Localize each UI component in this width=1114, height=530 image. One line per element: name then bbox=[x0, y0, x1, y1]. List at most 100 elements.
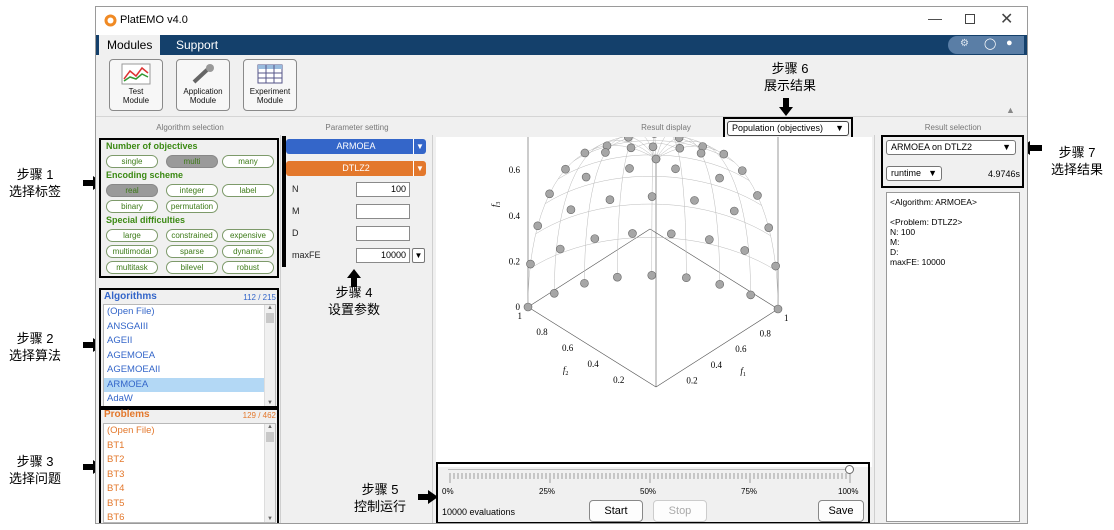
param-label: D bbox=[292, 228, 299, 238]
step5-box bbox=[436, 462, 870, 523]
population-point bbox=[625, 164, 634, 173]
x-tick-label: 0.2 bbox=[686, 375, 697, 385]
population-point bbox=[740, 246, 750, 255]
algorithm-dropdown[interactable]: ARMOEA ▼ bbox=[286, 139, 426, 154]
population-point bbox=[605, 195, 615, 205]
population-point bbox=[651, 154, 661, 164]
population-point bbox=[764, 223, 774, 232]
z-tick-label: 0.4 bbox=[509, 211, 521, 221]
population-point bbox=[674, 137, 684, 142]
population-point bbox=[555, 244, 565, 254]
z-tick-label: 0.6 bbox=[509, 165, 521, 175]
param-n-input[interactable]: 100 bbox=[356, 182, 410, 197]
param-m-input[interactable] bbox=[356, 204, 410, 219]
x-tick-label: 0.4 bbox=[711, 360, 723, 370]
population-point bbox=[523, 302, 533, 312]
sphere-grid-line bbox=[527, 145, 657, 308]
y-tick-label: 0.6 bbox=[562, 343, 574, 353]
population-point bbox=[771, 261, 780, 271]
y-axis-label: f2 bbox=[563, 365, 569, 377]
parameter-setting-header: Parameter setting bbox=[325, 123, 389, 132]
platemo-window: PlatEMO v4.0 — ✕ Modules Support ⚙ ◯ ● T… bbox=[95, 6, 1028, 524]
population-point bbox=[737, 166, 747, 175]
minimize-button[interactable]: — bbox=[928, 10, 942, 26]
y-tick-label: 0.8 bbox=[536, 327, 548, 337]
annotation-step4: 步骤 4 设置参数 bbox=[327, 285, 380, 317]
tab-support[interactable]: Support bbox=[168, 35, 226, 55]
app-logo-icon bbox=[104, 14, 117, 27]
population-point bbox=[746, 290, 755, 300]
population-point bbox=[675, 143, 685, 153]
z-tick-label: 0.2 bbox=[509, 256, 520, 266]
param-d-input[interactable] bbox=[356, 226, 410, 241]
tab-modules[interactable]: Modules bbox=[99, 35, 161, 55]
github-icon[interactable]: ◯ bbox=[984, 37, 996, 50]
sphere-grid-line bbox=[655, 137, 720, 285]
population-point bbox=[601, 148, 610, 157]
application-module-button[interactable]: Application Module bbox=[176, 59, 230, 111]
population-point bbox=[581, 172, 591, 182]
annotation-step5: 步骤 5 控制运行 bbox=[353, 482, 406, 514]
y-tick-label: 0.2 bbox=[613, 375, 624, 385]
annotation-step2: 步骤 2 选择算法 bbox=[8, 331, 61, 363]
window-title: PlatEMO v4.0 bbox=[120, 14, 188, 26]
x-tick-label: 0.8 bbox=[760, 329, 772, 339]
population-point bbox=[624, 137, 633, 142]
x-axis-label: f1 bbox=[740, 366, 746, 378]
x-tick-label: 0.6 bbox=[735, 344, 747, 354]
step2-box bbox=[99, 288, 279, 410]
sphere-grid-line bbox=[554, 140, 657, 294]
population-point bbox=[651, 137, 658, 138]
population-point bbox=[729, 206, 739, 216]
population-point bbox=[626, 143, 636, 153]
annotation-step1: 步骤 1 选择标签 bbox=[8, 167, 61, 199]
annotation-step3: 步骤 3 选择问题 bbox=[8, 454, 61, 486]
result-info-text: <Algorithm: ARMOEA> <Problem: DTLZ2> N: 10… bbox=[886, 192, 1020, 522]
population-point bbox=[566, 205, 576, 215]
population-point bbox=[526, 259, 535, 269]
population-objectives-plot[interactable]: 00.20.40.60.810.20.40.60.810.20.40.60.81… bbox=[436, 137, 872, 467]
plot-box-edge bbox=[527, 228, 651, 308]
maxfe-dropdown-icon[interactable]: ▼ bbox=[412, 248, 425, 263]
maximize-button[interactable] bbox=[965, 14, 975, 24]
population-point bbox=[773, 304, 783, 314]
param-label: M bbox=[292, 206, 300, 216]
result-selection-header: Result selection bbox=[924, 123, 982, 132]
result-display-header: Result display bbox=[641, 123, 691, 132]
toolbar-icons: ⚙ ◯ ● bbox=[948, 36, 1024, 54]
step4-box bbox=[282, 136, 286, 267]
population-point bbox=[613, 272, 622, 282]
x-tick-label: 1 bbox=[784, 313, 789, 323]
test-module-button[interactable]: Test Module bbox=[109, 59, 163, 111]
y-tick-label: 1 bbox=[518, 311, 523, 321]
user-icon[interactable]: ● bbox=[1006, 37, 1013, 49]
population-point bbox=[648, 142, 658, 152]
sphere-grid-line bbox=[545, 175, 762, 206]
y-tick-label: 0.4 bbox=[588, 359, 600, 369]
population-point bbox=[671, 164, 680, 174]
plot-box-edge bbox=[655, 308, 779, 388]
population-point bbox=[719, 149, 729, 159]
annotation-step6: 步骤 6 展示结果 bbox=[763, 61, 816, 93]
population-point bbox=[647, 192, 657, 201]
title-bar: PlatEMO v4.0 — ✕ bbox=[96, 7, 1027, 35]
step6-box bbox=[723, 117, 853, 139]
problem-dropdown[interactable]: DTLZ2 ▼ bbox=[286, 161, 426, 176]
annotation-step7: 步骤 7 选择结果 bbox=[1050, 145, 1103, 177]
settings-icon[interactable]: ⚙ bbox=[960, 38, 969, 49]
collapse-ribbon-icon[interactable]: ▲ bbox=[1006, 105, 1015, 115]
population-point bbox=[580, 148, 590, 158]
arrow-down-icon bbox=[779, 98, 793, 116]
population-point bbox=[690, 196, 699, 205]
population-point bbox=[647, 270, 657, 280]
population-point bbox=[705, 235, 714, 244]
population-point bbox=[580, 278, 589, 288]
param-maxfe-input[interactable]: 10000 bbox=[356, 248, 410, 263]
population-point bbox=[715, 173, 724, 183]
population-point bbox=[561, 164, 570, 174]
close-button[interactable]: ✕ bbox=[1000, 9, 1013, 29]
population-point bbox=[715, 280, 725, 289]
experiment-module-button[interactable]: Experiment Module bbox=[243, 59, 297, 111]
param-label: maxFE bbox=[292, 250, 321, 260]
plot-box-edge bbox=[527, 306, 657, 388]
